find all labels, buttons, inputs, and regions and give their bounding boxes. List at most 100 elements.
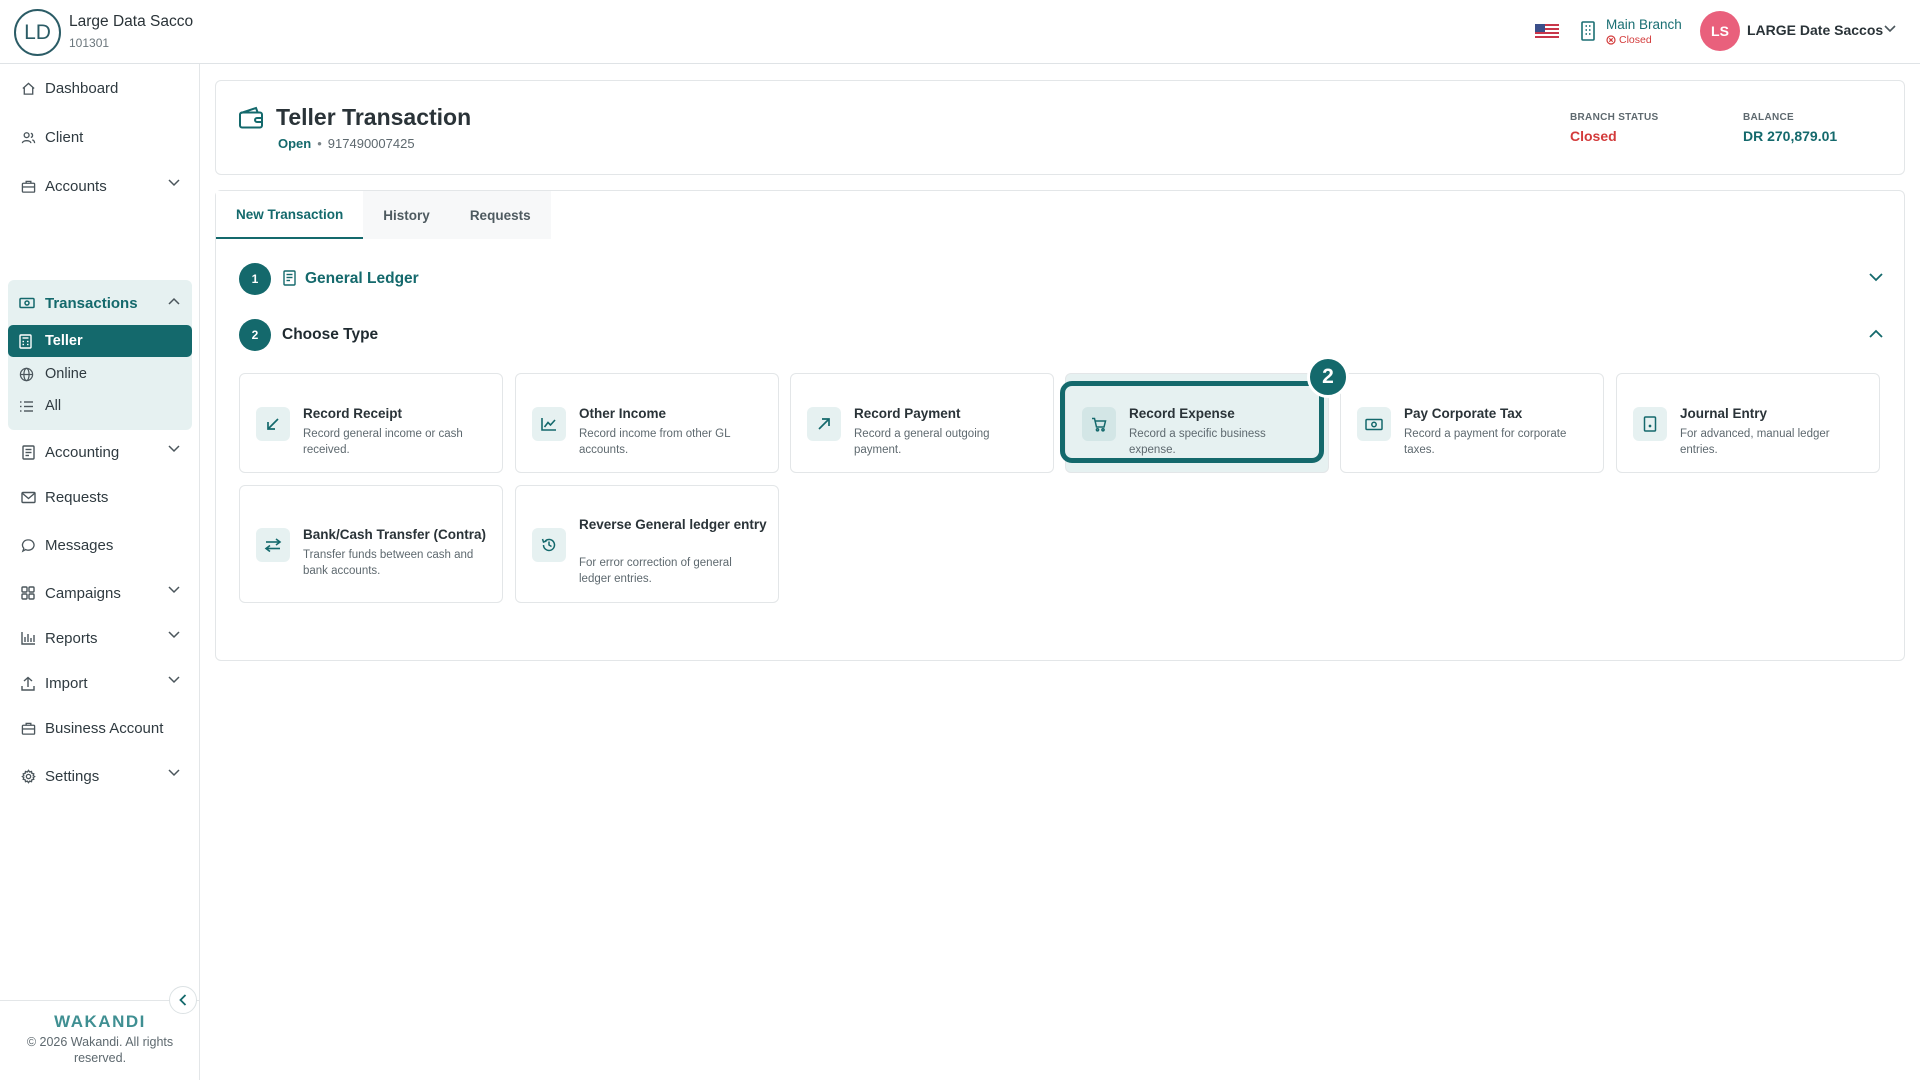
x-circle-icon <box>1606 35 1616 45</box>
balance-value: DR 270,879.01 <box>1743 128 1838 144</box>
chevron-down-icon <box>168 586 180 594</box>
selection-highlight <box>1060 381 1324 463</box>
building-icon <box>1580 21 1596 41</box>
option-title: Record Payment <box>854 406 961 421</box>
brand-logo: WAKANDI <box>54 1012 146 1031</box>
option-title: Reverse General ledger entry <box>579 517 767 532</box>
option-journal-entry[interactable]: Journal Entry For advanced, manual ledge… <box>1616 373 1880 473</box>
option-pay-corporate-tax[interactable]: Pay Corporate Tax Record a payment for c… <box>1340 373 1604 473</box>
option-title: Other Income <box>579 406 667 421</box>
option-description: For advanced, manual ledger entries. <box>1680 428 1830 456</box>
separator-dot: • <box>317 136 322 151</box>
briefcase-icon <box>19 177 37 195</box>
sidebar-item-accounting[interactable]: Accounting <box>8 434 192 470</box>
branch-status-value: Closed <box>1570 128 1617 144</box>
org-code: 101301 <box>69 36 110 50</box>
ledger-icon <box>283 270 296 286</box>
mail-icon <box>19 488 37 506</box>
option-description: Record general income or cash received. <box>303 428 463 456</box>
option-description: Transfer funds between cash and bank acc… <box>303 549 474 577</box>
top-bar: LD Large Data Sacco 101301 Main Branch C… <box>0 0 1920 64</box>
branch-status-text: Closed <box>1619 34 1652 46</box>
branch-name[interactable]: Main Branch <box>1606 17 1682 32</box>
sidebar-item-label: Client <box>45 128 84 146</box>
trend-chart-icon <box>532 407 566 441</box>
chevron-down-icon <box>168 769 180 777</box>
sidebar-item-label: Campaigns <box>45 584 121 602</box>
home-icon <box>19 79 37 97</box>
sidebar-item-campaigns[interactable]: Campaigns <box>8 575 192 611</box>
user-avatar[interactable]: LS <box>1700 11 1740 51</box>
collapse-sidebar-button[interactable] <box>169 986 197 1014</box>
branch-status: Closed <box>1606 34 1652 46</box>
sidebar: Dashboard Client Accounts Transactions T… <box>0 64 200 1080</box>
sidebar-item-messages[interactable]: Messages <box>8 527 192 563</box>
tab-history[interactable]: History <box>363 191 450 239</box>
sidebar-item-import[interactable]: Import <box>8 665 192 701</box>
page-title: Teller Transaction <box>276 104 472 130</box>
bar-chart-icon <box>19 629 37 647</box>
sidebar-item-reports[interactable]: Reports <box>8 620 192 656</box>
tab-new-transaction[interactable]: New Transaction <box>216 191 364 239</box>
user-name[interactable]: LARGE Date Saccos <box>1747 22 1883 38</box>
users-icon <box>19 128 37 146</box>
chevron-down-icon[interactable] <box>1869 273 1883 282</box>
balance-label: BALANCE <box>1743 112 1794 123</box>
sidebar-item-online[interactable]: Online <box>8 358 192 390</box>
sidebar-item-settings[interactable]: Settings <box>8 758 192 794</box>
chat-icon <box>19 536 37 554</box>
teller-header-card: Teller Transaction Open • 917490007425 B… <box>215 80 1905 175</box>
money-icon <box>19 296 37 310</box>
gear-icon <box>19 767 37 785</box>
sidebar-item-teller[interactable]: Teller <box>8 325 192 357</box>
step-badge: 2 <box>1307 356 1349 398</box>
transactions-group: Transactions Teller Online All <box>8 280 192 430</box>
wallet-icon <box>238 106 264 130</box>
option-title: Bank/Cash Transfer (Contra) <box>303 527 487 542</box>
teller-subtitle: Open • 917490007425 <box>278 136 415 151</box>
step-general-ledger[interactable]: General Ledger <box>305 270 419 288</box>
chevron-down-icon[interactable] <box>1884 25 1896 33</box>
sidebar-item-label: Accounts <box>45 177 107 195</box>
chevron-down-icon <box>168 445 180 453</box>
org-name: Large Data Sacco <box>69 13 194 30</box>
option-description: Record a payment for corporate taxes. <box>1404 428 1567 456</box>
banknote-icon <box>1357 407 1391 441</box>
sidebar-item-label: Import <box>45 674 88 692</box>
ledger-icon <box>19 443 37 461</box>
arrow-up-right-icon <box>807 407 841 441</box>
chevron-up-icon[interactable] <box>1869 329 1883 338</box>
option-record-receipt[interactable]: Record Receipt Record general income or … <box>239 373 503 473</box>
step-2-number: 2 <box>239 319 271 351</box>
option-description: Record a general outgoing payment. <box>854 428 990 456</box>
sidebar-item-requests[interactable]: Requests <box>8 479 192 515</box>
copyright-text: © 2026 Wakandi. All rights reserved. <box>26 1035 174 1065</box>
option-bank-cash-transfer[interactable]: Bank/Cash Transfer (Contra) Transfer fun… <box>239 485 503 603</box>
step-1-number: 1 <box>239 263 271 295</box>
branch-status-label: BRANCH STATUS <box>1570 112 1659 123</box>
till-number: 917490007425 <box>327 136 415 151</box>
sidebar-item-label: Accounting <box>45 443 120 461</box>
org-logo[interactable]: LD <box>14 9 61 56</box>
us-flag-icon[interactable] <box>1535 24 1559 38</box>
book-icon <box>1633 407 1667 441</box>
chevron-down-icon <box>168 179 180 187</box>
sidebar-item-label: Teller <box>45 333 83 349</box>
teller-open-status: Open <box>278 136 312 151</box>
calculator-icon <box>19 333 37 349</box>
option-other-income[interactable]: Other Income Record income from other GL… <box>515 373 779 473</box>
step-choose-type[interactable]: Choose Type <box>282 326 378 344</box>
sidebar-item-dashboard[interactable]: Dashboard <box>8 70 192 106</box>
sidebar-item-client[interactable]: Client <box>8 119 192 155</box>
arrow-down-left-icon <box>256 407 290 441</box>
option-reverse-gl-entry[interactable]: Reverse General ledger entry For error c… <box>515 485 779 603</box>
sidebar-item-transactions[interactable]: Transactions <box>8 286 192 320</box>
history-icon <box>532 528 566 562</box>
globe-icon <box>19 367 37 382</box>
option-record-payment[interactable]: Record Payment Record a general outgoing… <box>790 373 1054 473</box>
tab-requests[interactable]: Requests <box>450 191 551 239</box>
sidebar-item-all[interactable]: All <box>8 390 192 422</box>
sidebar-item-business-account[interactable]: Business Account <box>8 710 192 746</box>
sidebar-item-accounts[interactable]: Accounts <box>8 168 192 204</box>
sidebar-item-label: Messages <box>45 536 114 554</box>
